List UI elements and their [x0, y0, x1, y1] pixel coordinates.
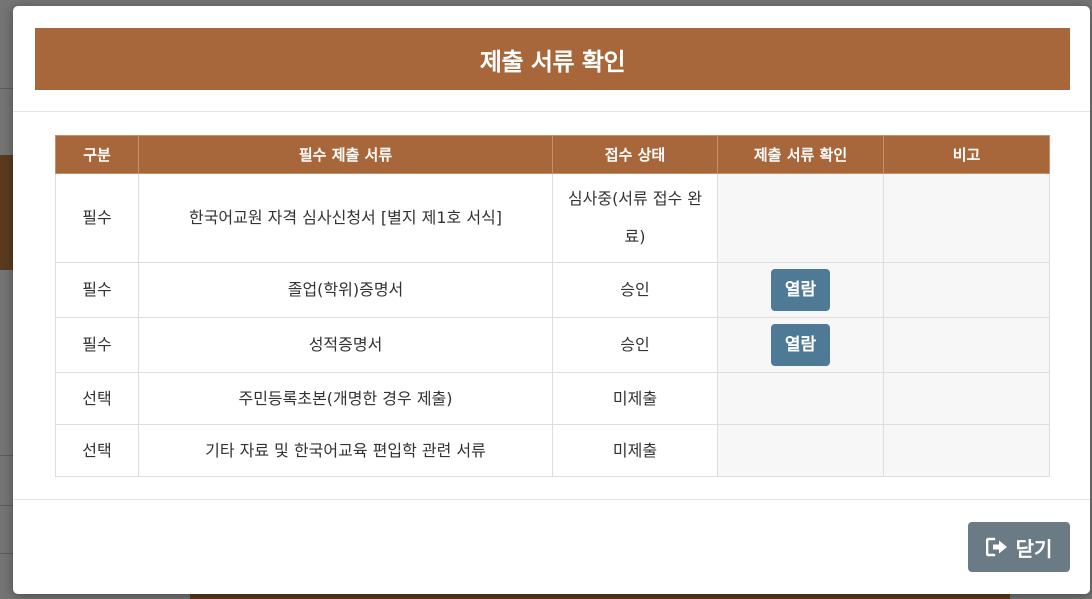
table-row: 선택 기타 자료 및 한국어교육 편입학 관련 서류 미제출 [55, 424, 1050, 477]
cell-action: 열람 [717, 317, 884, 373]
cell-status: 승인 [552, 262, 718, 318]
document-check-modal: 제출 서류 확인 구분 필수 제출 서류 접수 상태 제출 서류 확인 비고 필… [13, 6, 1090, 594]
view-document-button[interactable]: 열람 [771, 269, 830, 311]
cell-note [883, 262, 1050, 318]
background-divider [0, 455, 14, 456]
cell-document: 기타 자료 및 한국어교육 편입학 관련 서류 [138, 424, 553, 477]
modal-title-bar: 제출 서류 확인 [35, 28, 1070, 90]
table-row: 선택 주민등록초본(개명한 경우 제출) 미제출 [55, 372, 1050, 425]
cell-status: 미제출 [552, 372, 718, 425]
cell-category: 필수 [55, 262, 139, 318]
cell-note [883, 424, 1050, 477]
cell-action [717, 424, 884, 477]
modal-title: 제출 서류 확인 [479, 47, 626, 76]
cell-status: 미제출 [552, 424, 718, 477]
cell-category: 필수 [55, 317, 139, 373]
cell-action: 열람 [717, 262, 884, 318]
header-action: 제출 서류 확인 [717, 135, 884, 174]
header-status: 접수 상태 [552, 135, 718, 174]
close-button-label: 닫기 [1015, 536, 1053, 561]
modal-body: 구분 필수 제출 서류 접수 상태 제출 서류 확인 비고 필수 한국어교원 자… [13, 112, 1090, 500]
background-divider [0, 505, 14, 506]
table-header-row: 구분 필수 제출 서류 접수 상태 제출 서류 확인 비고 [55, 135, 1050, 174]
cell-status: 승인 [552, 317, 718, 373]
header-note: 비고 [883, 135, 1050, 174]
background-accent [0, 155, 14, 270]
cell-document: 주민등록초본(개명한 경우 제출) [138, 372, 553, 425]
view-document-button[interactable]: 열람 [771, 324, 830, 366]
background-divider [0, 88, 14, 89]
cell-action [717, 173, 884, 263]
table-row: 필수 한국어교원 자격 심사신청서 [별지 제1호 서식] 심사중(서류 접수 … [55, 173, 1050, 263]
cell-note [883, 372, 1050, 425]
header-document: 필수 제출 서류 [138, 135, 553, 174]
documents-table: 구분 필수 제출 서류 접수 상태 제출 서류 확인 비고 필수 한국어교원 자… [55, 135, 1050, 477]
background-divider [0, 553, 14, 554]
cell-document: 성적증명서 [138, 317, 553, 373]
cell-note [883, 317, 1050, 373]
cell-document: 한국어교원 자격 심사신청서 [별지 제1호 서식] [138, 173, 553, 263]
cell-status: 심사중(서류 접수 완료) [552, 173, 718, 263]
close-button[interactable]: 닫기 [968, 522, 1070, 572]
table-row: 필수 졸업(학위)증명서 승인 열람 [55, 262, 1050, 318]
modal-header: 제출 서류 확인 [13, 6, 1090, 112]
cell-note [883, 173, 1050, 263]
cell-action [717, 372, 884, 425]
cell-category: 선택 [55, 424, 139, 477]
cell-category: 선택 [55, 372, 139, 425]
sign-out-icon [985, 537, 1007, 557]
table-row: 필수 성적증명서 승인 열람 [55, 317, 1050, 373]
cell-category: 필수 [55, 173, 139, 263]
header-category: 구분 [55, 135, 139, 174]
cell-document: 졸업(학위)증명서 [138, 262, 553, 318]
